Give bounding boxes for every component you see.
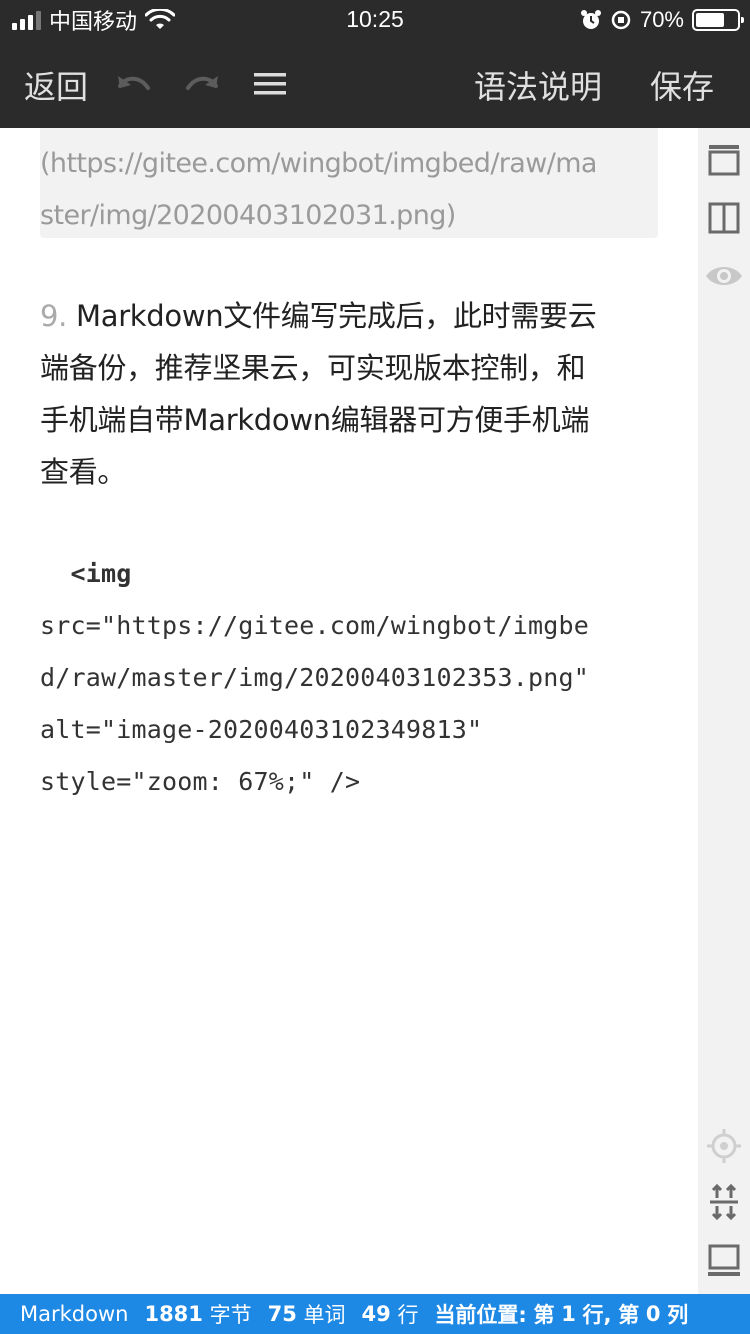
- link-block: (https://gitee.com/wingbot/imgbed/raw/ma…: [40, 128, 658, 238]
- row-value: 1: [561, 1302, 576, 1326]
- document-status-bar: Markdown 1881 字节 75 单词 49 行 当前位置: 第 1 行,…: [0, 1294, 750, 1334]
- col-value: 0: [645, 1302, 661, 1326]
- code-line: d/raw/master/img/20200403102353.png": [40, 663, 590, 692]
- paragraph-line: 端备份，推荐坚果云，可实现版本控制，和: [40, 351, 586, 385]
- list-number: 9.: [40, 299, 68, 333]
- rotation-lock-icon: [611, 10, 631, 30]
- col-suffix: 列: [667, 1303, 689, 1327]
- code-line: src="https://gitee.com/wingbot/imgbe: [40, 611, 590, 640]
- fullscreen-preview-icon[interactable]: [706, 1242, 742, 1278]
- paragraph-line: 手机端自带Markdown编辑器可方便手机端: [40, 403, 590, 437]
- editor-only-view-icon[interactable]: [706, 142, 742, 178]
- split-view-icon[interactable]: [706, 200, 742, 236]
- line-count: 49: [361, 1302, 391, 1326]
- list-paragraph: 9. Markdown文件编写完成后，此时需要云 端备份，推荐坚果云，可实现版本…: [40, 290, 660, 498]
- editor-toolbar: 返回 语法说明 保存: [0, 40, 750, 128]
- code-line: style="zoom: 67%;" />: [40, 767, 361, 796]
- col-prefix: 第: [618, 1303, 640, 1327]
- syntax-help-button[interactable]: 语法说明: [474, 62, 602, 108]
- row-suffix: 行,: [582, 1303, 612, 1327]
- byte-label: 字节: [209, 1303, 252, 1327]
- markdown-editor[interactable]: (https://gitee.com/wingbot/imgbed/raw/ma…: [0, 128, 698, 1294]
- byte-count: 1881: [144, 1302, 203, 1326]
- link-line: (https://gitee.com/wingbot/imgbed/raw/ma: [40, 148, 597, 179]
- battery-percent: 70%: [639, 7, 684, 32]
- view-mode-panel: [698, 128, 750, 1294]
- alarm-icon: [580, 10, 601, 29]
- word-count: 75: [267, 1302, 297, 1326]
- menu-icon[interactable]: [250, 66, 290, 102]
- row-prefix: 第: [533, 1303, 555, 1327]
- link-line: ster/img/20200403102031.png): [40, 200, 456, 231]
- line-label: 行: [397, 1303, 419, 1327]
- word-label: 单词: [303, 1303, 346, 1327]
- back-button[interactable]: 返回: [24, 62, 88, 108]
- paragraph-line: 9. Markdown文件编写完成后，此时需要云: [40, 290, 660, 342]
- preview-eye-icon[interactable]: [704, 258, 744, 294]
- battery-fill: [696, 13, 724, 27]
- html-code-block: <img src="https://gitee.com/wingbot/imgb…: [40, 548, 660, 808]
- position-label: 当前位置:: [434, 1303, 527, 1327]
- paragraph-text: Markdown文件编写完成后，此时需要云: [67, 299, 597, 333]
- locate-icon[interactable]: [706, 1128, 742, 1164]
- code-line: <img: [40, 548, 660, 600]
- battery-icon: [692, 9, 744, 31]
- editor-mode: Markdown: [20, 1302, 129, 1326]
- save-button[interactable]: 保存: [650, 62, 714, 108]
- status-right: 70%: [580, 6, 744, 34]
- undo-icon[interactable]: [114, 66, 154, 102]
- paragraph-line: 查看。: [40, 455, 127, 489]
- code-line: alt="image-20200403102349813": [40, 715, 483, 744]
- code-tag: <img: [70, 559, 132, 588]
- sync-scroll-icon[interactable]: [706, 1184, 742, 1220]
- redo-icon[interactable]: [182, 66, 222, 102]
- status-bar: 中国移动 10:25 70%: [0, 0, 750, 40]
